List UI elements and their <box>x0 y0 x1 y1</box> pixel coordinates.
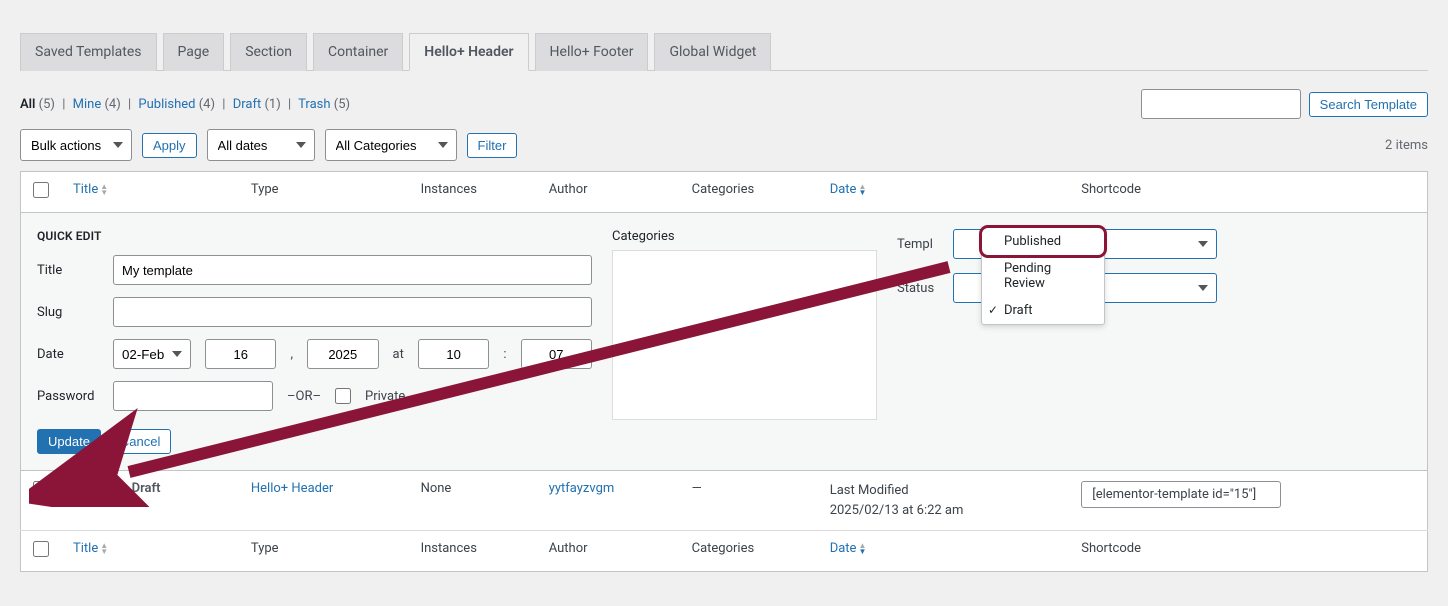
tab-hello-header[interactable]: Hello+ Header <box>409 33 528 71</box>
row-instances: None <box>409 471 537 531</box>
qe-status-label: Status <box>897 281 941 296</box>
row-state: — Draft <box>118 481 160 496</box>
qe-template-label: Templ <box>897 237 941 252</box>
status-option-published[interactable]: Published <box>982 228 1104 255</box>
tabs-bar: Saved Templates Page Section Container H… <box>20 32 1428 71</box>
view-draft[interactable]: Draft <box>233 97 262 112</box>
qe-hour-input[interactable] <box>418 339 489 369</box>
sort-icon: ▲▼ <box>858 184 866 196</box>
view-trash[interactable]: Trash <box>298 97 330 112</box>
dates-select[interactable]: All dates <box>207 129 315 161</box>
tab-saved-templates[interactable]: Saved Templates <box>20 33 157 71</box>
filter-button[interactable]: Filter <box>467 133 518 158</box>
items-count: 2 items <box>1385 138 1428 153</box>
status-option-pending[interactable]: Pending Review <box>982 255 1104 297</box>
row-categories: — <box>680 471 818 531</box>
qe-slug-input[interactable] <box>113 297 592 327</box>
quick-edit-row: QUICK EDIT Title Slug Date <box>21 213 1428 471</box>
view-filters: All (5) | Mine (4) | Published (4) | Dra… <box>20 97 350 112</box>
apply-button[interactable]: Apply <box>142 133 197 158</box>
col-date[interactable]: Date▲▼ <box>818 172 1070 213</box>
qe-private-checkbox[interactable] <box>335 388 351 404</box>
quick-edit-heading: QUICK EDIT <box>37 229 592 243</box>
qe-or-label: –OR– <box>287 389 321 404</box>
tab-global-widget[interactable]: Global Widget <box>654 33 771 71</box>
col-author: Author <box>537 172 680 213</box>
qe-title-input[interactable] <box>113 255 592 285</box>
col-categories: Categories <box>680 172 818 213</box>
qe-password-input[interactable] <box>113 381 273 411</box>
qe-minute-input[interactable] <box>521 339 592 369</box>
qe-at-label: at <box>393 347 404 362</box>
qe-password-label: Password <box>37 389 99 404</box>
tab-section[interactable]: Section <box>230 33 307 71</box>
sort-icon: ▲▼ <box>858 543 866 555</box>
sort-icon: ▲▼ <box>100 543 108 555</box>
cancel-button[interactable]: Cancel <box>109 429 171 454</box>
row-shortcode[interactable]: [elementor-template id="15"] <box>1081 481 1281 508</box>
tab-hello-footer[interactable]: Hello+ Footer <box>535 33 649 71</box>
status-dropdown: Published Pending Review ✓Draft <box>981 227 1105 325</box>
row-type-link[interactable]: Hello+ Header <box>251 481 333 496</box>
update-button[interactable]: Update <box>37 429 101 454</box>
col-title[interactable]: Title▲▼ <box>61 172 239 213</box>
qe-date-label: Date <box>37 347 99 362</box>
select-all-checkbox[interactable] <box>33 182 49 198</box>
qe-slug-label: Slug <box>37 305 99 320</box>
col-title-footer[interactable]: Title▲▼ <box>61 531 239 572</box>
search-button[interactable]: Search Template <box>1309 92 1428 117</box>
view-mine[interactable]: Mine <box>73 97 102 112</box>
row-author-link[interactable]: yytfayzvgm <box>549 481 615 496</box>
col-type: Type <box>239 172 409 213</box>
check-icon: ✓ <box>988 303 998 317</box>
col-date-footer[interactable]: Date▲▼ <box>818 531 1070 572</box>
qe-categories-label: Categories <box>612 229 877 244</box>
col-instances: Instances <box>409 172 537 213</box>
sort-icon: ▲▼ <box>100 184 108 196</box>
row-checkbox[interactable] <box>33 481 49 497</box>
col-shortcode: Shortcode <box>1069 172 1427 213</box>
row-title-link[interactable]: Header <box>73 481 115 496</box>
status-option-draft[interactable]: ✓Draft <box>982 297 1104 324</box>
tab-container[interactable]: Container <box>313 33 403 71</box>
row-date: Last Modified2025/02/13 at 6:22 am <box>818 471 1070 531</box>
view-published[interactable]: Published <box>138 97 195 112</box>
qe-categories-box[interactable] <box>612 250 877 420</box>
qe-day-input[interactable] <box>205 339 276 369</box>
qe-title-label: Title <box>37 263 99 278</box>
search-input[interactable] <box>1141 89 1301 119</box>
view-all[interactable]: All <box>20 97 35 112</box>
qe-month-select[interactable]: 02-Feb <box>113 339 191 369</box>
bulk-actions-select[interactable]: Bulk actions <box>20 129 132 161</box>
select-all-footer-checkbox[interactable] <box>33 541 49 557</box>
categories-select[interactable]: All Categories <box>325 129 457 161</box>
tab-page[interactable]: Page <box>163 33 225 71</box>
qe-year-input[interactable] <box>307 339 378 369</box>
qe-private-label: Private <box>365 389 405 404</box>
templates-table: Title▲▼ Type Instances Author Categories… <box>20 171 1428 572</box>
table-row: Header — Draft Hello+ Header None yytfay… <box>21 471 1428 531</box>
